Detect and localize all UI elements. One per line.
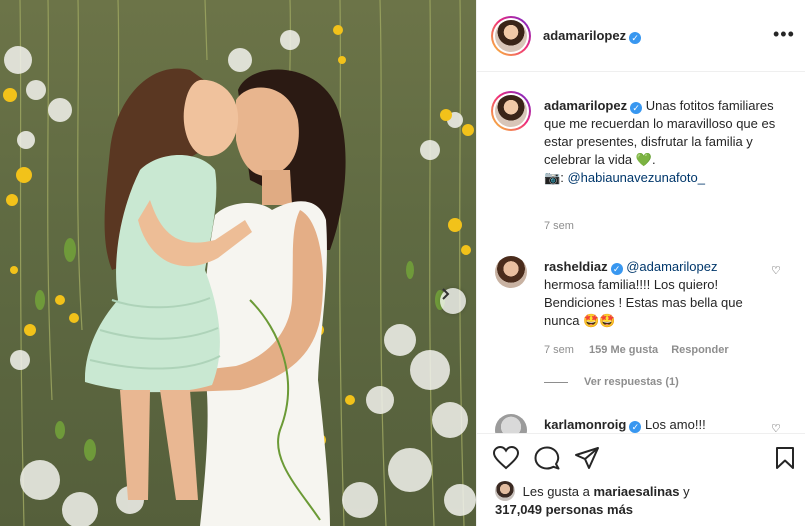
star-struck-emoji: 🤩🤩: [583, 313, 616, 328]
comment-button[interactable]: [534, 446, 560, 473]
caption-mention-prefix: :: [560, 170, 564, 185]
comment-avatar[interactable]: [495, 256, 527, 288]
likes-count[interactable]: 317,049 personas más: [495, 502, 633, 517]
author-name-row: adamarilopez ✓: [543, 28, 642, 44]
comment-avatar[interactable]: [495, 414, 527, 433]
liker-avatar[interactable]: [495, 481, 515, 501]
comment-text: Los amo!!!: [644, 417, 706, 432]
share-button[interactable]: [574, 446, 600, 473]
comment-text: hermosa familia!!!! Los quiero! Bendicio…: [544, 277, 743, 328]
comment-mention-link[interactable]: @adamarilopez: [626, 259, 717, 274]
comment-like-heart-icon[interactable]: ♡: [771, 422, 781, 433]
comment-body: karlamonroig ✓ Los amo!!!: [544, 416, 706, 433]
save-button[interactable]: [775, 446, 795, 473]
replies-divider: [544, 381, 568, 383]
caption-avatar[interactable]: [491, 91, 531, 131]
view-replies-label[interactable]: Ver respuestas (1): [584, 376, 679, 388]
caption-time[interactable]: 7 sem: [544, 220, 574, 232]
like-button[interactable]: [492, 445, 520, 473]
author-avatar[interactable]: [491, 16, 531, 56]
photo-illustration: [3, 0, 476, 526]
comments-list[interactable]: adamarilopez ✓ Unas fotitos familiares qu…: [477, 73, 805, 433]
likes-summary: Les gusta a mariaesalinas y 317,049 pers…: [495, 481, 795, 519]
chevron-right-icon: [442, 288, 450, 300]
likes-prefix: Les gusta a: [522, 484, 590, 499]
author-username[interactable]: adamarilopez: [543, 28, 626, 43]
liker-username[interactable]: mariaesalinas: [593, 484, 679, 499]
comment-username[interactable]: rasheldiaz: [544, 259, 608, 274]
comment-username[interactable]: karlamonroig: [544, 417, 626, 432]
verified-badge-icon: ✓: [629, 421, 642, 433]
comment-time[interactable]: 7 sem: [544, 344, 574, 356]
view-replies-button[interactable]: Ver respuestas (1): [544, 376, 679, 388]
caption-username[interactable]: adamarilopez: [544, 98, 627, 113]
caption-period: .: [651, 152, 656, 167]
comment-meta: 7 sem 159 Me gusta Responder: [544, 344, 729, 356]
comment-body: rasheldiaz ✓ @adamarilopez hermosa famili…: [544, 258, 759, 330]
bookmark-icon: [776, 447, 794, 469]
comment-likes[interactable]: 159 Me gusta: [589, 344, 658, 356]
heart-icon: [492, 445, 520, 470]
next-photo-button[interactable]: [440, 288, 466, 314]
green-heart-emoji: 💚: [635, 152, 652, 167]
post-sidebar: adamarilopez ✓ ••• adamarilopez ✓ Unas fot…: [476, 0, 805, 526]
post-photo[interactable]: [0, 0, 476, 526]
more-options-icon[interactable]: •••: [773, 25, 795, 43]
caption-mention-link[interactable]: @habiaunavezunafoto_: [567, 170, 705, 185]
verified-badge-icon: ✓: [629, 32, 642, 44]
caption: adamarilopez ✓ Unas fotitos familiares qu…: [544, 97, 784, 187]
verified-badge-icon: ✓: [630, 102, 643, 114]
post-header: adamarilopez ✓ •••: [477, 0, 805, 72]
comment-like-heart-icon[interactable]: ♡: [771, 264, 781, 277]
likes-connector: y: [683, 484, 690, 499]
camera-emoji: 📷: [544, 170, 561, 185]
post-actions: Les gusta a mariaesalinas y 317,049 pers…: [477, 433, 805, 526]
verified-badge-icon: ✓: [610, 263, 623, 275]
reply-button[interactable]: Responder: [671, 344, 728, 356]
comment-icon: [534, 446, 560, 470]
paper-plane-icon: [575, 447, 599, 469]
